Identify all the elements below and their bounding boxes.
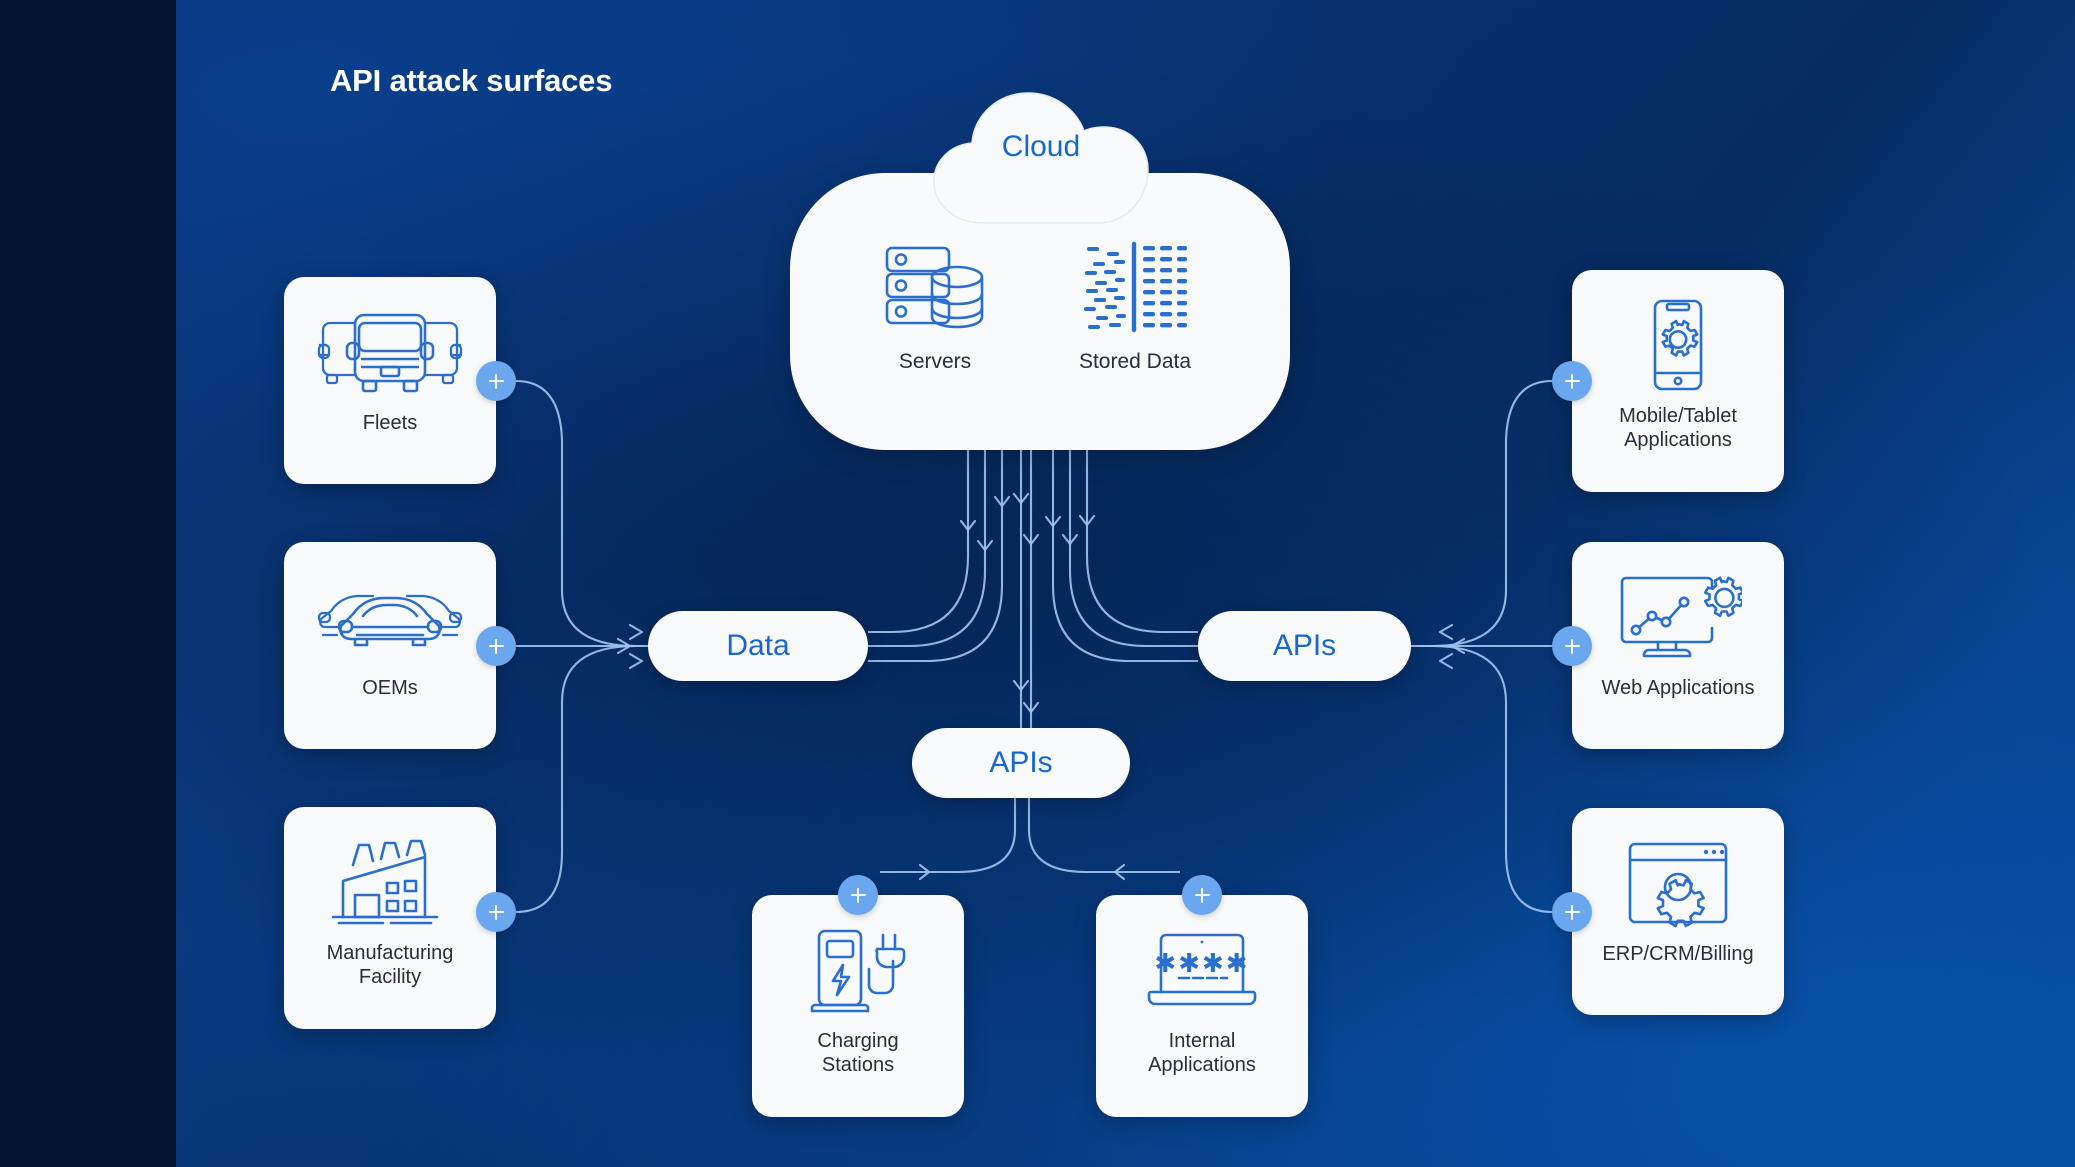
laptop-password-icon: ✱✱✱✱ xyxy=(1143,921,1261,1021)
left-dark-strip xyxy=(0,0,176,1167)
card-charging-stations[interactable]: Charging Stations xyxy=(752,895,964,1117)
browser-gear-icon xyxy=(1622,834,1734,934)
card-label-line2: Stations xyxy=(821,1054,895,1077)
cloud-label: Cloud xyxy=(1001,130,1081,163)
card-oems[interactable]: OEMs xyxy=(284,542,496,749)
hub-apis-right[interactable]: APIs xyxy=(1198,611,1411,681)
cloud-item-label: Stored Data xyxy=(1078,350,1192,373)
cloud-item-stored-data: Stored Data xyxy=(1045,230,1225,374)
card-label: Mobile/Tablet Applications xyxy=(1613,404,1743,453)
card-label-line1: Charging xyxy=(817,1030,899,1052)
factory-icon xyxy=(325,833,455,933)
plus-icon-internal-applications[interactable] xyxy=(1182,875,1222,915)
hub-label: APIs xyxy=(1272,629,1337,662)
trucks-icon xyxy=(315,303,465,403)
card-fleets[interactable]: Fleets xyxy=(284,277,496,484)
plus-icon-oems[interactable] xyxy=(476,626,516,666)
card-label-line1: Mobile/Tablet xyxy=(1619,405,1737,427)
plus-icon-charging-stations[interactable] xyxy=(838,875,878,915)
card-label: ERP/CRM/Billing xyxy=(1602,943,1754,965)
stored-data-icon xyxy=(1045,230,1225,342)
card-label-line2: Applications xyxy=(1624,429,1732,452)
card-label: OEMs xyxy=(362,677,418,699)
cloud-icon: Cloud xyxy=(922,85,1160,225)
monitor-gear-icon xyxy=(1614,568,1742,668)
card-internal-applications[interactable]: ✱✱✱✱ Internal Applications xyxy=(1096,895,1308,1117)
hub-data[interactable]: Data xyxy=(648,611,868,681)
card-mobile-tablet-applications[interactable]: Mobile/Tablet Applications xyxy=(1572,270,1784,492)
cars-icon xyxy=(315,568,465,668)
servers-icon xyxy=(845,230,1025,342)
card-label-line1: Manufacturing xyxy=(326,942,454,964)
plus-icon-erp-crm-billing[interactable] xyxy=(1552,892,1592,932)
plus-icon-mobile-tablet-applications[interactable] xyxy=(1552,361,1592,401)
svg-text:✱✱✱✱: ✱✱✱✱ xyxy=(1154,948,1249,978)
card-label: Charging Stations xyxy=(811,1029,904,1078)
diagram-canvas: API attack surfaces .ln { fill:none; str… xyxy=(0,0,2075,1167)
hub-apis-bottom[interactable]: APIs xyxy=(912,728,1130,798)
plus-icon-manufacturing-facility[interactable] xyxy=(476,892,516,932)
plus-icon-fleets[interactable] xyxy=(476,361,516,401)
card-label-line2: Applications xyxy=(1148,1054,1256,1077)
card-label-line1: Internal xyxy=(1168,1030,1236,1052)
card-label: Web Applications xyxy=(1601,677,1755,699)
card-manufacturing-facility[interactable]: Manufacturing Facility xyxy=(284,807,496,1029)
card-web-applications[interactable]: Web Applications xyxy=(1572,542,1784,749)
plus-icon-web-applications[interactable] xyxy=(1552,626,1592,666)
hub-label: APIs xyxy=(989,746,1053,779)
mobile-gear-icon xyxy=(1632,296,1724,396)
charging-station-icon xyxy=(805,921,911,1021)
cloud-item-servers: Servers xyxy=(845,230,1025,374)
card-erp-crm-billing[interactable]: ERP/CRM/Billing xyxy=(1572,808,1784,1015)
card-label: Manufacturing Facility xyxy=(321,941,460,990)
page-title: API attack surfaces xyxy=(330,63,613,98)
card-label-line2: Facility xyxy=(358,966,422,989)
cloud-item-label: Servers xyxy=(898,350,972,373)
card-label: Fleets xyxy=(362,412,418,434)
card-label: Internal Applications xyxy=(1142,1029,1262,1078)
hub-label: Data xyxy=(726,629,790,662)
cloud-group: Cloud Servers Stored Data xyxy=(790,85,1290,450)
